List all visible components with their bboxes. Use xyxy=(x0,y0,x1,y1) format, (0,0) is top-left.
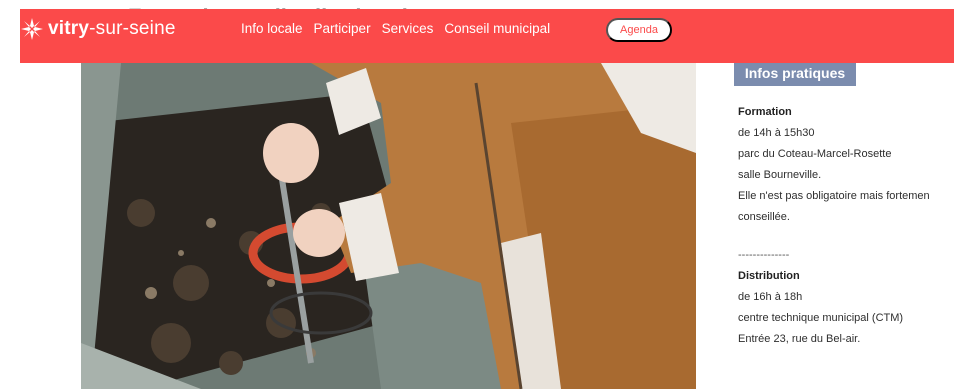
distribution-line: centre technique municipal (CTM) xyxy=(738,312,904,324)
site-logo[interactable]: vitry-sur-seine xyxy=(20,17,176,41)
logo-text: vitry-sur-seine xyxy=(48,18,176,39)
formation-heading: Formation xyxy=(738,106,792,118)
distribution-line: Entrée 23, rue du Bel-air. xyxy=(738,333,861,345)
nav-item-conseil-municipal[interactable]: Conseil municipal xyxy=(444,21,550,36)
nav-item-services[interactable]: Services xyxy=(382,21,434,36)
nav-item-participer[interactable]: Participer xyxy=(314,21,371,36)
formation-line: Elle n'est pas obligatoire mais fortemen xyxy=(738,190,930,202)
nav-item-info-locale[interactable]: Info locale xyxy=(241,21,303,36)
info-sidebar: Formation de 14h à 15h30 parc du Coteau-… xyxy=(738,102,954,350)
agenda-button[interactable]: Agenda xyxy=(606,18,672,42)
formation-line: de 14h à 15h30 xyxy=(738,127,815,139)
main-nav: Info locale Participer Services Conseil … xyxy=(241,21,561,36)
article-photo xyxy=(81,63,696,389)
formation-line: conseillée. xyxy=(738,211,790,223)
separator: -------------- xyxy=(738,249,790,261)
site-header: vitry-sur-seine Info locale Participer S… xyxy=(20,9,954,63)
logo-icon xyxy=(21,18,43,40)
formation-line: salle Bourneville. xyxy=(738,169,822,181)
composter-photo-illustration xyxy=(81,63,696,389)
formation-line: parc du Coteau-Marcel-Rosette xyxy=(738,148,892,160)
info-pratiques-heading: Infos pratiques xyxy=(734,60,856,86)
distribution-line: de 16h à 18h xyxy=(738,291,803,303)
distribution-heading: Distribution xyxy=(738,270,800,282)
